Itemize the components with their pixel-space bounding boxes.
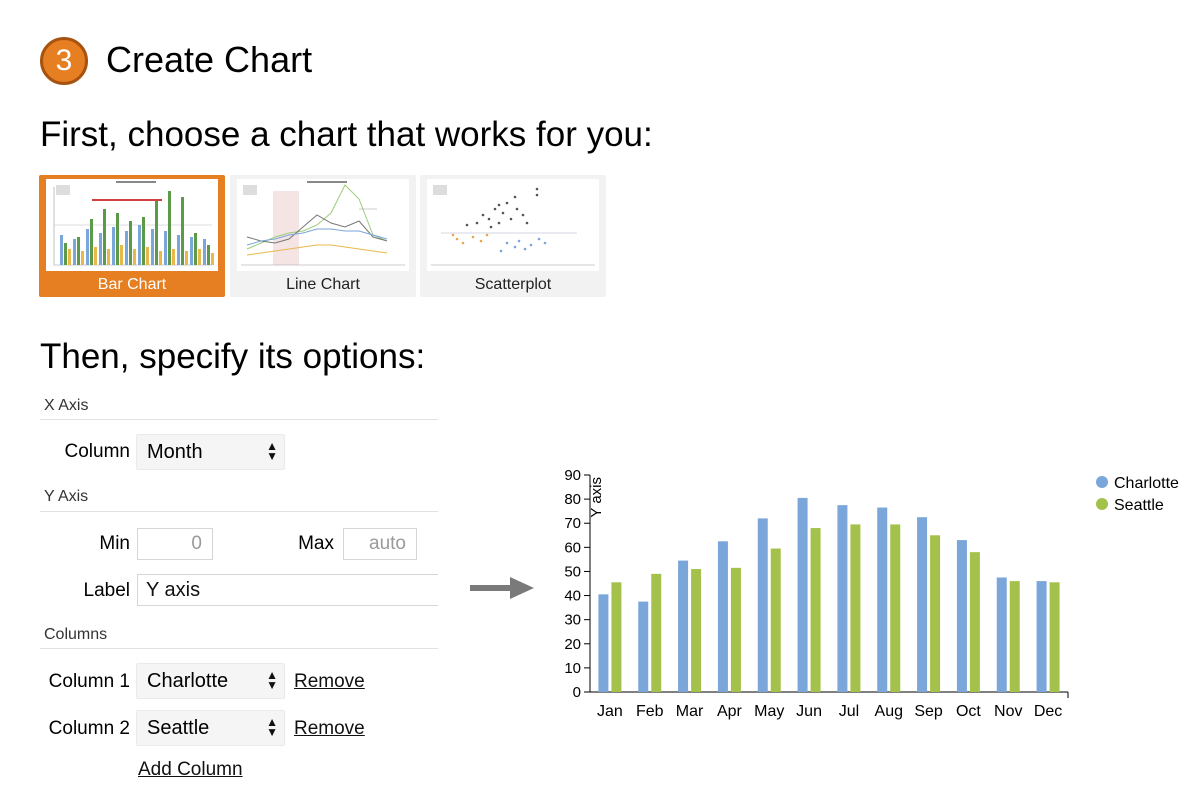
bar-charlotte xyxy=(638,601,649,692)
column-1-label: Column 1 xyxy=(48,671,130,692)
bar-seattle xyxy=(651,573,662,692)
page-title: Create Chart xyxy=(106,39,313,80)
bar-seattle xyxy=(850,524,861,692)
y-label-input[interactable]: Y axis xyxy=(137,574,438,606)
y-tick-label: 80 xyxy=(564,491,581,508)
divider xyxy=(40,648,438,649)
y-tick-label: 0 xyxy=(573,684,581,701)
y-tick-label: 10 xyxy=(564,660,581,677)
column-2-value: Seattle xyxy=(147,717,210,739)
scatterplot-thumbnail xyxy=(427,179,599,271)
y-label-label: Label xyxy=(83,580,131,601)
legend-label: Charlotte xyxy=(1114,475,1179,492)
bar-charlotte xyxy=(1036,581,1047,692)
bar-charlotte xyxy=(598,594,609,692)
legend-swatch xyxy=(1096,476,1108,488)
x-tick-label: Sep xyxy=(914,703,943,720)
x-tick-label: Jun xyxy=(796,703,822,720)
bar-seattle xyxy=(890,524,901,692)
chart-type-label: Bar Chart xyxy=(97,276,167,293)
step-number-badge: 3 xyxy=(40,37,88,85)
chart-type-scatterplot[interactable]: Scatterplot xyxy=(420,175,606,297)
bar-charlotte xyxy=(678,560,689,692)
up-down-arrows-icon: ▲ ▼ xyxy=(266,668,278,692)
bar-charlotte xyxy=(837,505,848,692)
options-heading: Then, specify its options: xyxy=(40,337,426,376)
x-column-value: Month xyxy=(147,441,203,463)
bar-chart-preview: 0 10 20 30 40 50 60 70 80 90 Y axis Jan Feb Mar Apr May… xyxy=(564,467,1179,720)
up-down-arrows-icon: ▲ ▼ xyxy=(266,715,278,739)
column-1-select[interactable]: Charlotte ▲ ▼ xyxy=(136,663,285,699)
y-tick-label: 50 xyxy=(564,563,581,580)
choose-chart-heading: First, choose a chart that works for you… xyxy=(40,115,653,154)
column-2-select[interactable]: Seattle ▲ ▼ xyxy=(136,710,285,746)
x-column-label: Column xyxy=(64,441,130,462)
y-tick-label: 30 xyxy=(564,612,581,629)
legend-swatch xyxy=(1096,498,1108,510)
x-tick-label: Jul xyxy=(839,703,859,720)
divider xyxy=(40,511,438,512)
bar-charlotte xyxy=(996,577,1007,692)
x-tick-label: Jan xyxy=(597,703,623,720)
bar-charlotte xyxy=(797,497,808,692)
bar-charlotte xyxy=(956,540,967,692)
x-axis-section-label: X Axis xyxy=(44,397,89,414)
bar-seattle xyxy=(770,548,781,692)
bar-seattle xyxy=(611,582,622,692)
bar-chart-thumbnail xyxy=(46,179,218,271)
bar-seattle xyxy=(810,528,821,692)
chart-type-line[interactable]: Line Chart xyxy=(230,175,416,297)
y-min-input[interactable]: 0 xyxy=(137,528,213,560)
bar-charlotte xyxy=(877,507,888,692)
y-tick-label: 90 xyxy=(564,467,581,484)
add-column-link[interactable]: Add Column xyxy=(138,758,243,782)
bar-seattle xyxy=(930,535,941,692)
x-tick-label: May xyxy=(754,703,784,720)
x-tick-label: Aug xyxy=(875,703,903,720)
y-min-label: Min xyxy=(99,533,130,554)
column-2-label: Column 2 xyxy=(48,718,130,739)
bar-charlotte xyxy=(757,518,768,692)
up-down-arrows-icon: ▲ ▼ xyxy=(266,439,278,463)
x-tick-label: Mar xyxy=(676,703,704,720)
y-axis-title: Y axis xyxy=(588,477,605,518)
x-tick-label: Nov xyxy=(994,703,1022,720)
y-max-label: Max xyxy=(298,533,334,554)
bar-charlotte xyxy=(717,541,728,692)
y-axis-section-label: Y Axis xyxy=(44,488,89,505)
arrow-right-icon xyxy=(470,577,534,599)
bar-charlotte xyxy=(917,517,928,692)
line-chart-thumbnail xyxy=(237,179,409,271)
column-1-value: Charlotte xyxy=(147,670,229,692)
x-column-select[interactable]: Month ▲ ▼ xyxy=(136,434,285,470)
x-tick-label: Apr xyxy=(717,703,743,720)
x-tick-label: Feb xyxy=(636,703,664,720)
bar-seattle xyxy=(969,552,980,692)
y-tick-label: 20 xyxy=(564,636,581,653)
y-tick-label: 40 xyxy=(564,588,581,605)
chart-type-label: Scatterplot xyxy=(474,276,552,293)
bar-seattle xyxy=(1049,582,1060,692)
y-max-input[interactable]: auto xyxy=(343,528,417,560)
bar-seattle xyxy=(730,567,741,692)
remove-column-2-link[interactable]: Remove xyxy=(294,717,365,741)
divider xyxy=(40,419,438,420)
chart-type-bar[interactable]: Bar Chart xyxy=(39,175,225,297)
legend-label: Seattle xyxy=(1114,497,1164,514)
chart-type-label: Line Chart xyxy=(286,276,360,293)
y-tick-label: 60 xyxy=(564,539,581,556)
bar-seattle xyxy=(1009,581,1020,692)
columns-section-label: Columns xyxy=(44,626,108,643)
x-tick-label: Dec xyxy=(1034,703,1062,720)
y-tick-label: 70 xyxy=(564,515,581,532)
x-tick-label: Oct xyxy=(956,703,981,720)
bar-seattle xyxy=(691,569,702,692)
remove-column-1-link[interactable]: Remove xyxy=(294,670,365,694)
